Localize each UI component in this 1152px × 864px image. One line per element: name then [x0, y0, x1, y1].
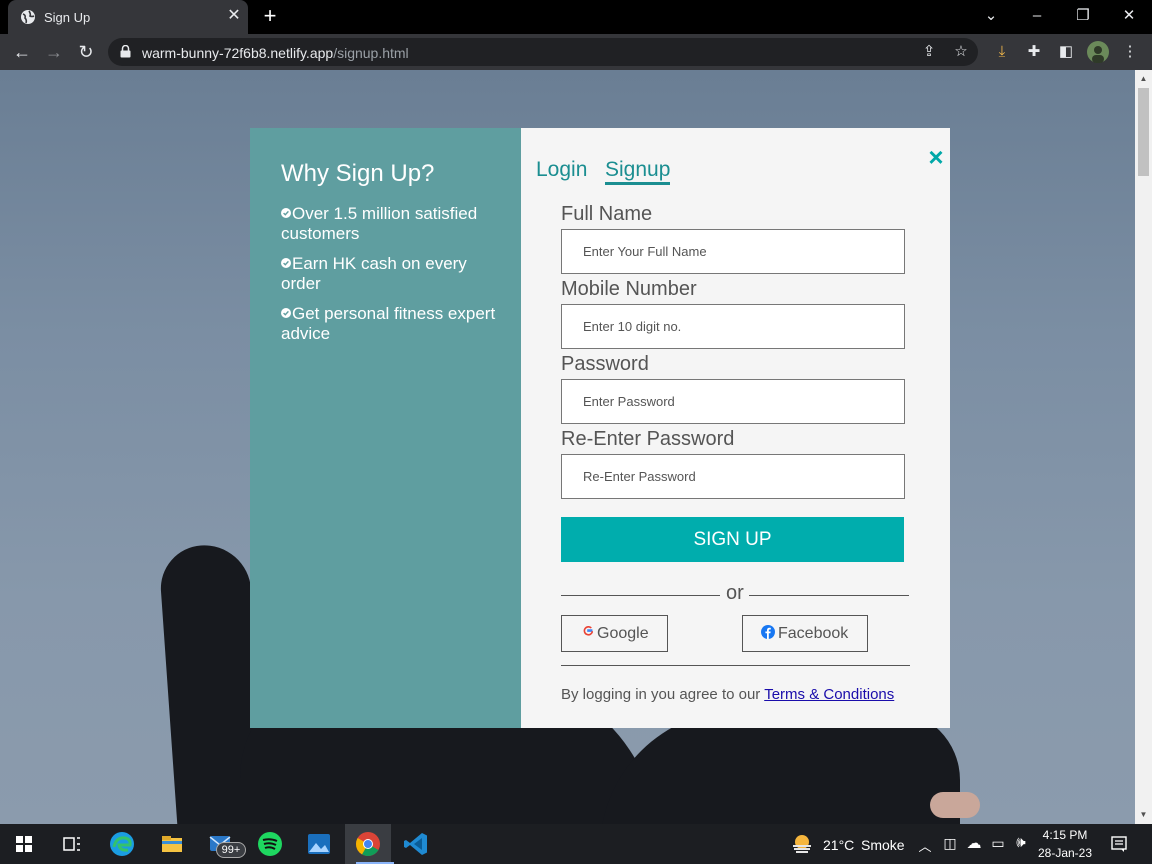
meet-now-icon[interactable]: ◫	[942, 835, 958, 852]
mobile-number-label: Mobile Number	[561, 278, 697, 300]
url-text: warm-bunny-72f6b8.netlify.app/signup.htm…	[142, 45, 409, 61]
new-tab-plus-icon[interactable]: +	[258, 5, 282, 29]
signup-form-panel: × Login Signup Full Name Mobile Number P…	[521, 128, 950, 728]
google-label: Google	[597, 625, 649, 642]
reenter-password-input[interactable]	[561, 454, 905, 499]
tab-title: Sign Up	[44, 10, 91, 25]
bookmark-star-icon[interactable]: ☆	[952, 43, 970, 61]
check-circle-icon	[281, 208, 291, 218]
extensions-puzzle-icon[interactable]: ✚	[1024, 42, 1044, 62]
browser-tab-strip: Sign Up ✕ + ⌄ – ❐ ✕	[0, 0, 1152, 34]
mail-badge: 99+	[216, 842, 246, 858]
or-separator-text: or	[726, 582, 744, 604]
clock-date[interactable]: 28-Jan-23	[1036, 846, 1094, 860]
edge-browser-icon[interactable]	[106, 828, 138, 860]
facebook-icon	[761, 625, 775, 639]
minimize-icon[interactable]: –	[1014, 2, 1060, 30]
benefit-text: Over 1.5 million satisfied customers	[281, 204, 478, 243]
globe-icon	[21, 10, 35, 24]
notifications-icon[interactable]	[1110, 835, 1128, 853]
spotify-icon[interactable]	[254, 828, 286, 860]
reload-icon[interactable]: ↻	[73, 39, 99, 65]
close-icon[interactable]: ×	[926, 144, 946, 170]
task-view-icon[interactable]	[56, 828, 88, 860]
terms-prefix: By logging in you agree to our	[561, 686, 765, 703]
url-path: /signup.html	[333, 45, 409, 61]
chrome-icon[interactable]	[352, 828, 384, 860]
benefit-text: Earn HK cash on every order	[281, 254, 467, 293]
window-close-icon[interactable]: ✕	[1106, 2, 1152, 30]
windows-taskbar: 99+ 21°C Smoke ︿ ◫ ☁ ▭ 🕪 4:15 PM 28-Jan-…	[0, 824, 1152, 864]
vscode-icon[interactable]	[400, 828, 432, 860]
benefit-item: Over 1.5 million satisfied customers	[281, 204, 496, 244]
google-g-icon	[583, 626, 593, 636]
download-icon[interactable]: ⤓	[992, 42, 1012, 62]
google-login-button[interactable]: Google	[561, 615, 668, 652]
reenter-password-label: Re-Enter Password	[561, 428, 735, 450]
page-viewport: Why Sign Up? Over 1.5 million satisfied …	[0, 70, 1135, 824]
page-scrollbar[interactable]: ▲ ▼	[1135, 70, 1152, 824]
bottom-divider	[561, 665, 910, 666]
weather-haze-icon[interactable]	[790, 832, 814, 856]
background-figure-hand	[930, 792, 980, 818]
password-input[interactable]	[561, 379, 905, 424]
mobile-number-input[interactable]	[561, 304, 905, 349]
terms-text: By logging in you agree to our Terms & C…	[561, 686, 894, 703]
weather-temperature: 21°C	[823, 837, 855, 853]
scroll-up-icon[interactable]: ▲	[1135, 72, 1152, 86]
benefit-item: Earn HK cash on every order	[281, 254, 496, 294]
terms-link[interactable]: Terms & Conditions	[764, 686, 894, 703]
benefit-item: Get personal fitness expert advice	[281, 304, 496, 344]
tab-login[interactable]: Login	[536, 158, 587, 182]
volume-icon[interactable]: 🕪	[1012, 834, 1030, 851]
tab-signup[interactable]: Signup	[605, 158, 671, 185]
more-menu-icon[interactable]: ⋮	[1120, 42, 1140, 62]
facebook-login-button[interactable]: Facebook	[742, 615, 868, 652]
full-name-label: Full Name	[561, 203, 653, 225]
share-icon[interactable]: ⇪	[920, 43, 938, 61]
scroll-down-icon[interactable]: ▼	[1135, 808, 1152, 822]
benefit-text: Get personal fitness expert advice	[281, 304, 496, 343]
back-arrow-icon[interactable]: ←	[9, 39, 35, 65]
full-name-input[interactable]	[561, 229, 905, 274]
side-panel-icon[interactable]: ◧	[1056, 42, 1076, 62]
clock-time[interactable]: 4:15 PM	[1036, 828, 1094, 842]
why-signup-heading: Why Sign Up?	[281, 160, 435, 187]
check-circle-icon	[281, 258, 291, 268]
tray-chevron-up-icon[interactable]: ︿	[918, 836, 932, 855]
browser-toolbar: ← → ↻ warm-bunny-72f6b8.netlify.app/sign…	[0, 34, 1152, 70]
windows-start-icon[interactable]	[8, 828, 40, 860]
onedrive-cloud-icon[interactable]: ☁	[964, 834, 984, 852]
scroll-thumb[interactable]	[1138, 88, 1149, 176]
address-bar[interactable]: warm-bunny-72f6b8.netlify.app/signup.htm…	[108, 38, 978, 66]
signup-button[interactable]: SIGN UP	[561, 517, 904, 562]
profile-avatar[interactable]	[1087, 41, 1109, 63]
divider-right	[749, 595, 909, 596]
signup-modal: Why Sign Up? Over 1.5 million satisfied …	[250, 128, 950, 728]
password-label: Password	[561, 353, 649, 375]
why-signup-panel: Why Sign Up? Over 1.5 million satisfied …	[250, 128, 521, 728]
lock-icon	[120, 45, 131, 58]
restore-icon[interactable]: ❐	[1060, 2, 1106, 30]
file-explorer-icon[interactable]	[156, 828, 188, 860]
browser-tab[interactable]: Sign Up ✕	[8, 0, 248, 34]
check-circle-icon	[281, 308, 291, 318]
facebook-label: Facebook	[778, 625, 849, 642]
forward-arrow-icon[interactable]: →	[41, 39, 67, 65]
divider-left	[561, 595, 720, 596]
photos-icon[interactable]	[303, 828, 335, 860]
network-icon[interactable]: ▭	[989, 835, 1007, 852]
tab-close-icon[interactable]: ✕	[224, 6, 244, 26]
tab-search-chevron-icon[interactable]: ⌄	[968, 2, 1014, 30]
url-host: warm-bunny-72f6b8.netlify.app	[142, 45, 334, 61]
weather-condition: Smoke	[861, 837, 905, 853]
